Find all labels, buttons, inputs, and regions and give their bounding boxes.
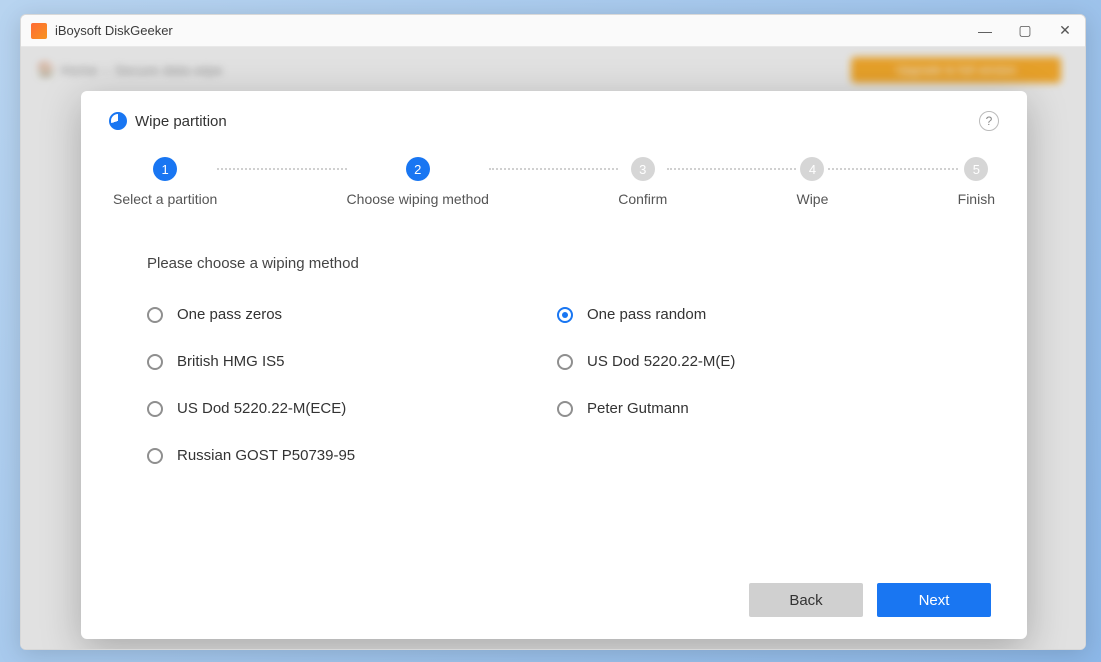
option-label: US Dod 5220.22-M(E) [587, 353, 735, 370]
option-us-dod-e[interactable]: US Dod 5220.22-M(E) [557, 353, 999, 370]
help-button[interactable]: ? [979, 111, 999, 131]
option-label: One pass random [587, 306, 706, 323]
radio-icon [147, 354, 163, 370]
window-body: 🏠 Home › Secure data wipe Upgrade to ful… [21, 47, 1085, 649]
radio-icon [557, 307, 573, 323]
options-grid: One pass zeros One pass random British HMG… [147, 306, 999, 464]
app-icon [31, 23, 47, 39]
modal-footer: Back Next [109, 583, 999, 621]
app-title: iBoysoft DiskGeeker [55, 23, 173, 38]
step-4: 4 Wipe [796, 157, 828, 207]
wipe-modal: Wipe partition ? 1 Select a partition 2 Cho… [81, 91, 1027, 639]
radio-icon [147, 448, 163, 464]
step-connector [667, 168, 796, 170]
close-button[interactable]: ✕ [1045, 15, 1085, 47]
back-button[interactable]: Back [749, 583, 863, 617]
option-peter-gutmann[interactable]: Peter Gutmann [557, 400, 999, 417]
step-circle: 5 [964, 157, 988, 181]
modal-content: Please choose a wiping method One pass z… [109, 255, 999, 583]
step-1: 1 Select a partition [113, 157, 217, 207]
step-connector [828, 168, 957, 170]
option-us-dod-ece[interactable]: US Dod 5220.22-M(ECE) [147, 400, 557, 417]
step-2: 2 Choose wiping method [347, 157, 489, 207]
step-connector [217, 168, 346, 170]
radio-icon [557, 401, 573, 417]
radio-icon [147, 307, 163, 323]
next-button[interactable]: Next [877, 583, 991, 617]
modal-header: Wipe partition ? [109, 111, 999, 131]
app-window: iBoysoft DiskGeeker — ▢ ✕ 🏠 Home › Secur… [20, 14, 1086, 650]
step-label: Choose wiping method [347, 191, 489, 207]
step-circle: 4 [800, 157, 824, 181]
option-label: British HMG IS5 [177, 353, 285, 370]
stepper: 1 Select a partition 2 Choose wiping method… [109, 157, 999, 207]
option-russian-gost[interactable]: Russian GOST P50739-95 [147, 447, 557, 464]
radio-icon [557, 354, 573, 370]
option-one-pass-zeros[interactable]: One pass zeros [147, 306, 557, 323]
option-label: US Dod 5220.22-M(ECE) [177, 400, 346, 417]
step-3: 3 Confirm [618, 157, 667, 207]
option-label: Peter Gutmann [587, 400, 689, 417]
wipe-icon [109, 112, 127, 130]
step-label: Confirm [618, 191, 667, 207]
step-circle: 3 [631, 157, 655, 181]
step-circle: 2 [406, 157, 430, 181]
prompt-text: Please choose a wiping method [147, 255, 999, 272]
step-connector [489, 168, 618, 170]
radio-icon [147, 401, 163, 417]
window-controls: — ▢ ✕ [965, 15, 1085, 47]
option-label: Russian GOST P50739-95 [177, 447, 355, 464]
step-label: Finish [958, 191, 995, 207]
option-one-pass-random[interactable]: One pass random [557, 306, 999, 323]
titlebar: iBoysoft DiskGeeker — ▢ ✕ [21, 15, 1085, 47]
maximize-button[interactable]: ▢ [1005, 15, 1045, 47]
minimize-button[interactable]: — [965, 15, 1005, 47]
step-label: Select a partition [113, 191, 217, 207]
modal-title: Wipe partition [135, 113, 227, 130]
option-label: One pass zeros [177, 306, 282, 323]
step-5: 5 Finish [958, 157, 995, 207]
step-label: Wipe [796, 191, 828, 207]
step-circle: 1 [153, 157, 177, 181]
option-british-hmg[interactable]: British HMG IS5 [147, 353, 557, 370]
